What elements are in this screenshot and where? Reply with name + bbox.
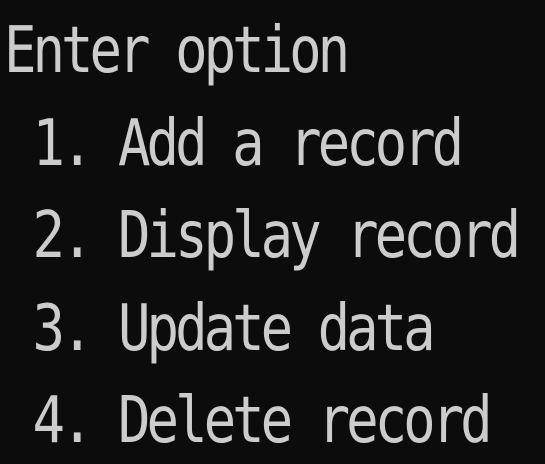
menu-option-add-record: 1. Add a record — [4, 105, 465, 181]
menu-option-update-data: 3. Update data — [4, 290, 436, 366]
menu-option-display-record: 2. Display record — [4, 197, 522, 273]
prompt-heading: Enter option — [4, 12, 350, 88]
menu-option-delete-record: 4. Delete record — [4, 382, 493, 458]
console-window: Enter option 1. Add a record 2. Display … — [0, 0, 545, 464]
